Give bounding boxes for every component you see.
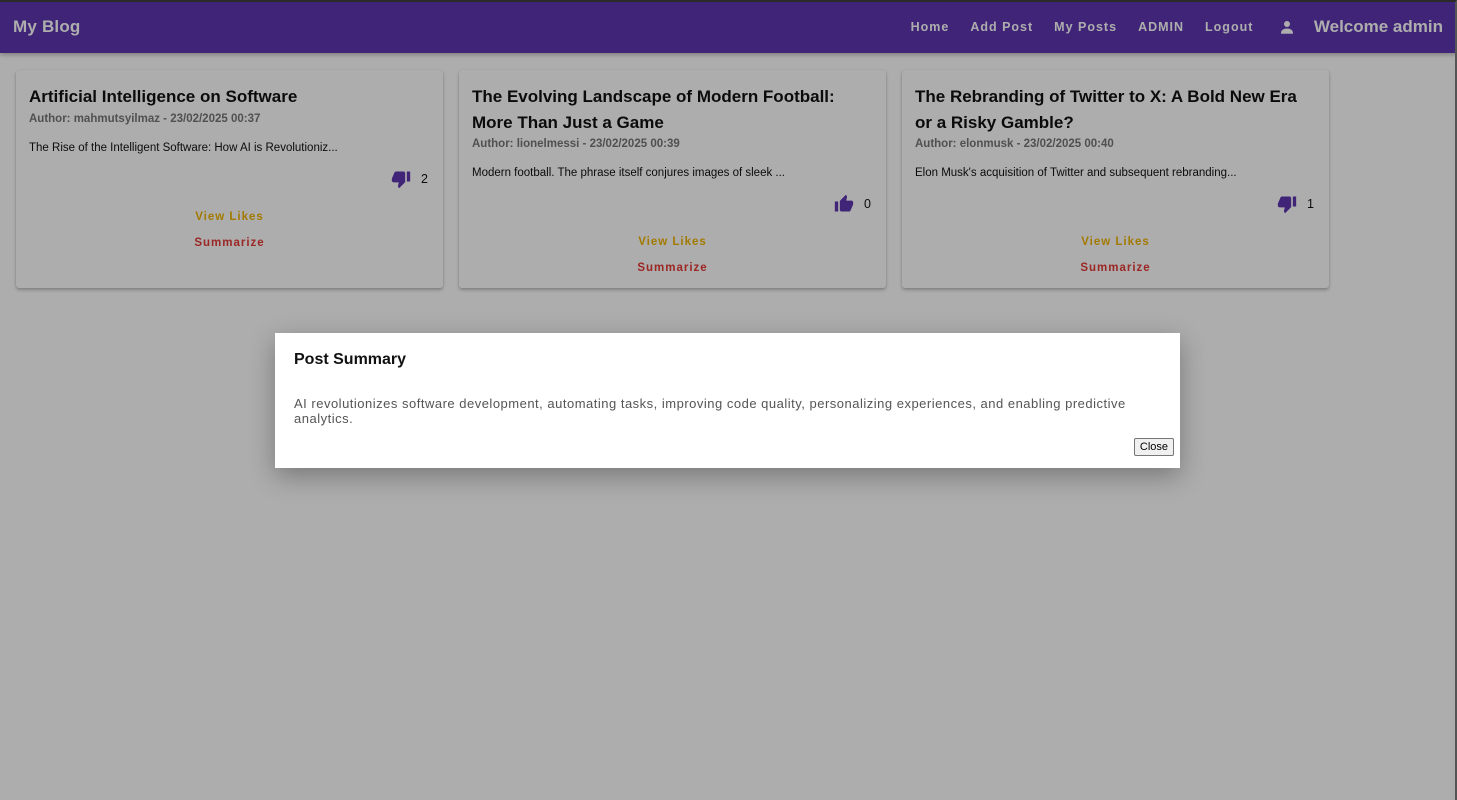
dialog-title: Post Summary <box>294 351 407 368</box>
summary-text: AI revolutionizes software development, … <box>294 396 1126 426</box>
summary-dialog: Post Summary AI revolutionizes software … <box>275 333 1180 468</box>
close-button[interactable]: Close <box>1133 438 1174 456</box>
